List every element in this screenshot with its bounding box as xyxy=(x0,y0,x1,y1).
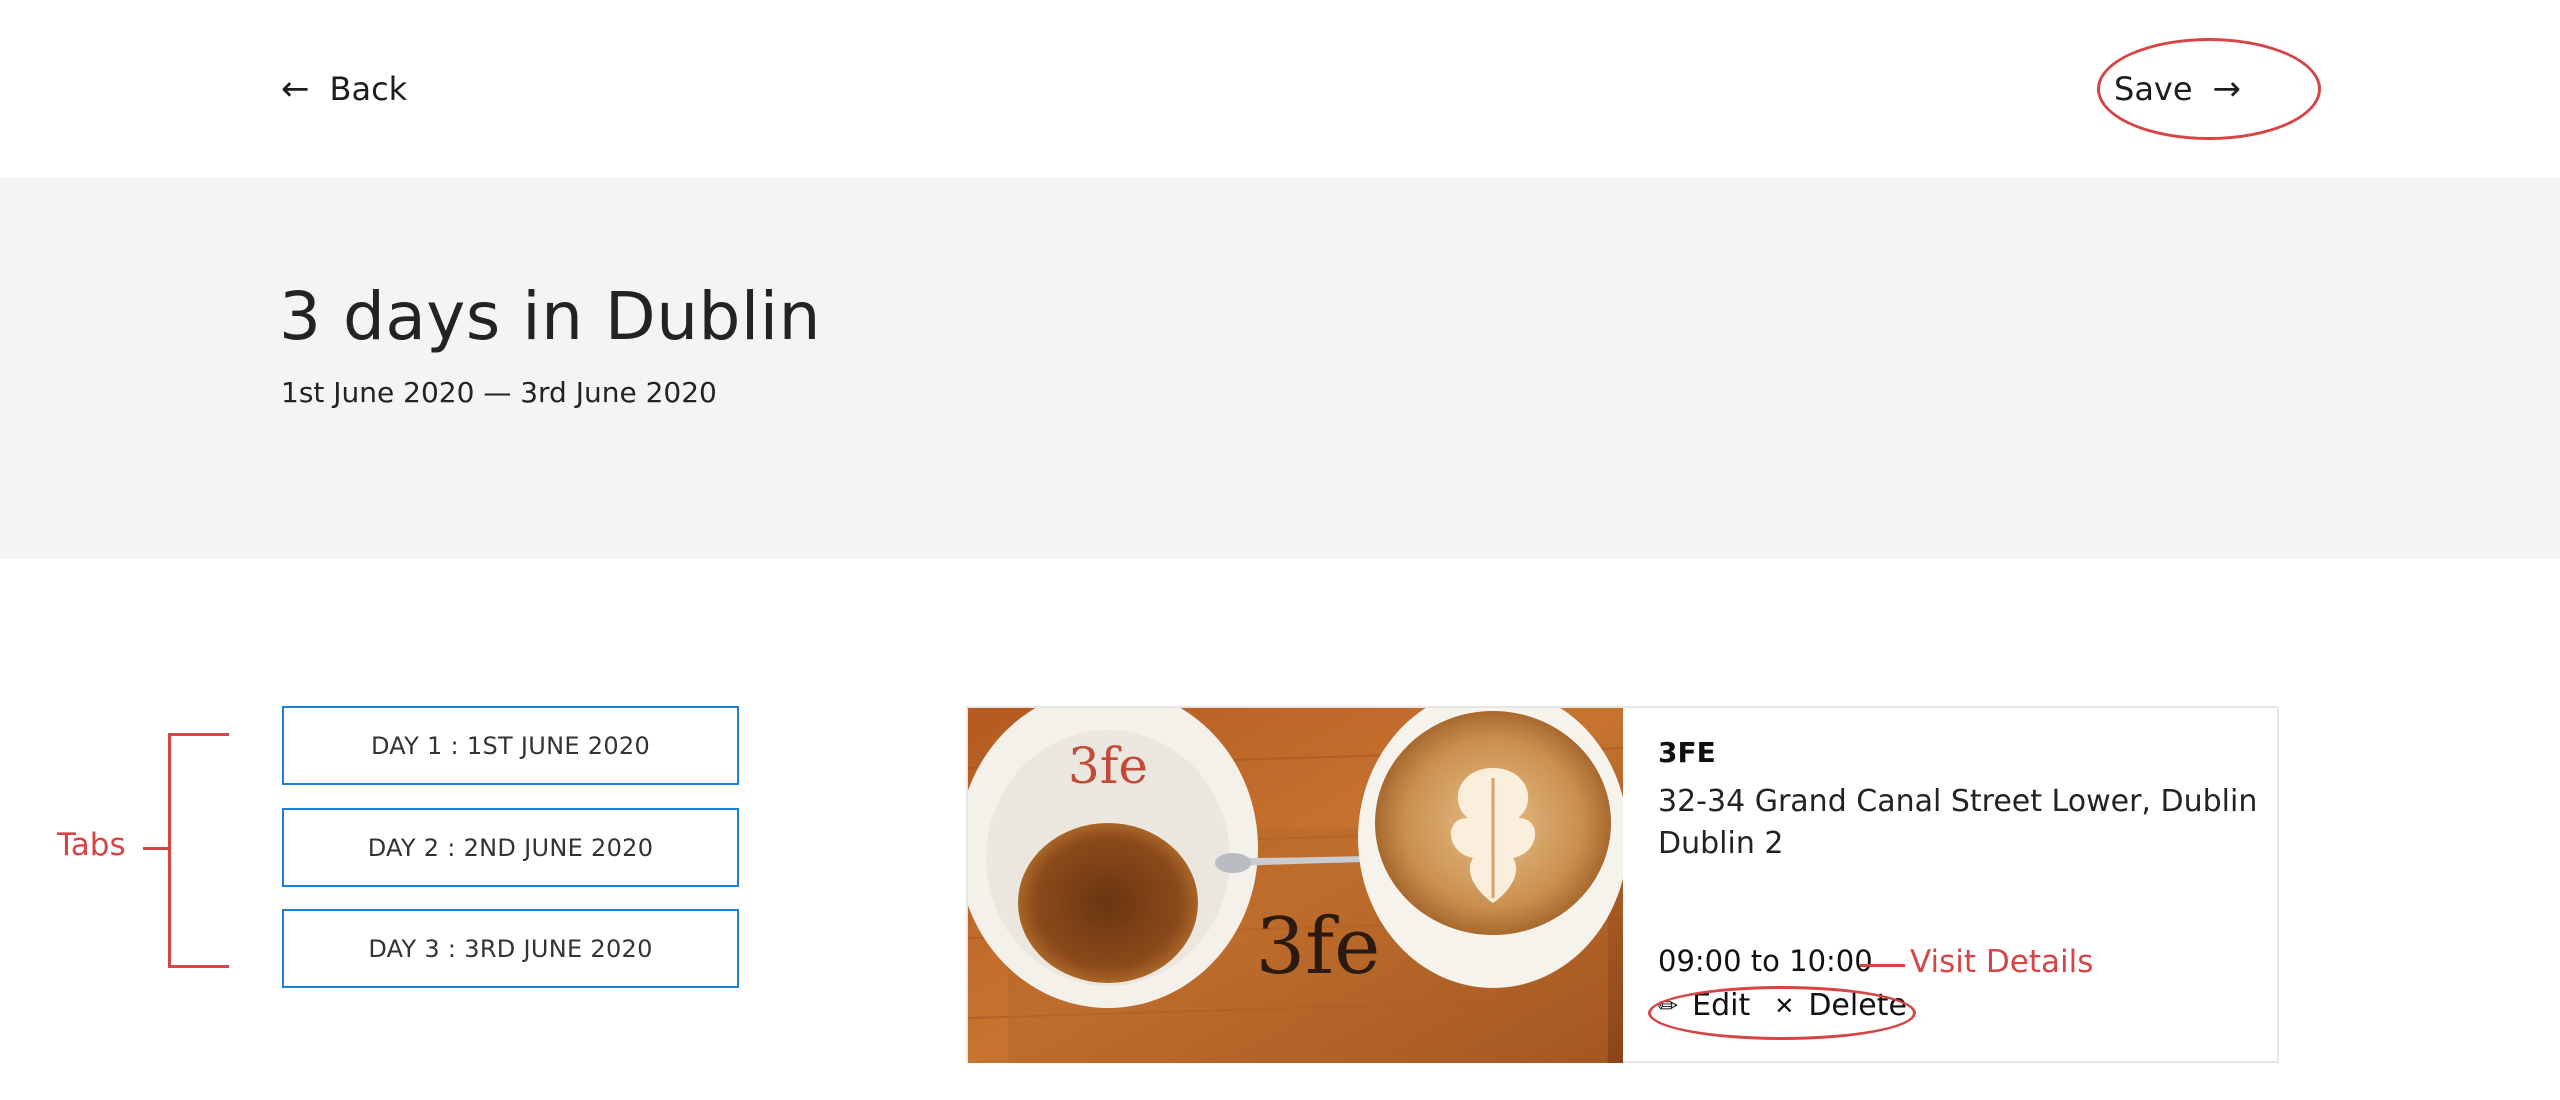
tab-label: DAY 2 : 2ND JUNE 2020 xyxy=(367,833,654,862)
visit-info: 3FE 32-34 Grand Canal Street Lower, Dubl… xyxy=(1658,736,2258,865)
pencil-icon: ✏ xyxy=(1658,991,1679,1020)
arrow-left-icon: ← xyxy=(281,69,310,109)
cup-logo: 3fe xyxy=(1068,737,1148,795)
visit-card: 3fe 3fe 3FE 32-34 Grand Canal Street Low… xyxy=(966,706,2279,1063)
tab-day-1[interactable]: DAY 1 : 1ST JUNE 2020 xyxy=(282,706,739,785)
tabs-annotation-bracket-bottom xyxy=(168,965,229,968)
save-label: Save xyxy=(2114,70,2193,108)
back-button[interactable]: ← Back xyxy=(281,64,407,114)
close-icon: ✕ xyxy=(1774,991,1795,1020)
visit-actions: ✏ Edit ✕ Delete xyxy=(1658,988,1907,1023)
tabs-annotation-bracket xyxy=(168,733,171,968)
tabs-annotation-bracket-top xyxy=(168,733,229,736)
visit-photo: 3fe 3fe xyxy=(968,708,1623,1063)
tab-label: DAY 3 : 3RD JUNE 2020 xyxy=(368,934,653,963)
back-label: Back xyxy=(329,70,408,108)
save-button[interactable]: Save → xyxy=(2114,64,2241,114)
tab-day-2[interactable]: DAY 2 : 2ND JUNE 2020 xyxy=(282,808,739,887)
place-address-line-1: 32-34 Grand Canal Street Lower, Dublin xyxy=(1658,784,2258,819)
visit-details-annotation-label: Visit Details xyxy=(1910,944,2094,980)
tray-logo: 3fe xyxy=(1256,902,1381,992)
delete-button[interactable]: ✕ Delete xyxy=(1774,988,1907,1023)
trip-header: 3 days in Dublin 1st June 2020 — 3rd Jun… xyxy=(0,178,2560,559)
coffee-photo-illustration: 3fe 3fe xyxy=(968,708,1623,1063)
arrow-right-icon: → xyxy=(2212,69,2242,109)
trip-dates: 1st June 2020 — 3rd June 2020 xyxy=(281,376,717,409)
delete-label: Delete xyxy=(1808,988,1907,1023)
visit-time: 09:00 to 10:00 xyxy=(1658,944,1873,978)
tabs-annotation-label: Tabs xyxy=(57,827,126,863)
place-address-line-2: Dublin 2 xyxy=(1658,826,1784,861)
top-bar: ← Back Save → xyxy=(0,0,2560,178)
page-title: 3 days in Dublin xyxy=(279,278,821,355)
tab-day-3[interactable]: DAY 3 : 3RD JUNE 2020 xyxy=(282,909,739,988)
visit-details-connector xyxy=(1860,964,1905,967)
edit-label: Edit xyxy=(1692,988,1751,1023)
place-name: 3FE xyxy=(1658,736,1716,769)
tab-label: DAY 1 : 1ST JUNE 2020 xyxy=(370,731,651,760)
tabs-annotation-connector xyxy=(143,847,170,850)
edit-button[interactable]: ✏ Edit xyxy=(1658,988,1750,1023)
